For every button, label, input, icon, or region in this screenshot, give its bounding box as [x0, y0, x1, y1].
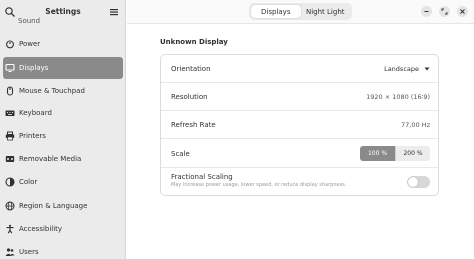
- sidebar: Settings Sound Power Displays Mouse & To…: [0, 0, 126, 259]
- orientation-row[interactable]: Orientation Landscape: [161, 55, 438, 83]
- keyboard-icon: [5, 108, 15, 118]
- sidebar-item-users[interactable]: Users: [0, 241, 126, 259]
- refresh-rate-value: 77,00 Hz: [401, 121, 430, 129]
- resolution-row[interactable]: Resolution 1920 × 1080 (16∶9): [161, 83, 438, 111]
- color-icon: [5, 177, 15, 187]
- power-icon: [5, 39, 15, 49]
- sidebar-item-label: Displays: [19, 64, 49, 72]
- tab-displays[interactable]: Displays: [251, 5, 301, 18]
- sidebar-item-label: Accessibility: [19, 225, 63, 233]
- fractional-scaling-description: May increase power usage, lower speed, o…: [171, 182, 347, 188]
- sidebar-item-region-language[interactable]: Region & Language: [0, 195, 126, 217]
- maximize-button[interactable]: [439, 6, 450, 17]
- orientation-label: Orientation: [171, 65, 211, 73]
- resolution-label: Resolution: [171, 93, 208, 101]
- refresh-rate-label: Refresh Rate: [171, 121, 216, 129]
- fractional-scaling-switch[interactable]: [407, 176, 430, 188]
- maximize-icon: [441, 8, 448, 15]
- view-switcher: Displays Night Light: [249, 3, 352, 20]
- sidebar-item-keyboard[interactable]: Keyboard: [0, 102, 126, 124]
- orientation-dropdown[interactable]: Landscape: [384, 65, 430, 73]
- fractional-scaling-label: Fractional Scaling: [171, 173, 233, 181]
- accessibility-icon: [5, 224, 15, 234]
- sidebar-item-label: Color: [19, 178, 38, 186]
- globe-icon: [5, 201, 15, 211]
- printer-icon: [5, 131, 15, 141]
- mouse-icon: [5, 86, 15, 96]
- sidebar-item-accessibility[interactable]: Accessibility: [0, 218, 126, 240]
- sidebar-item-label: Users: [19, 248, 39, 256]
- close-button[interactable]: [457, 6, 468, 17]
- users-icon: [5, 247, 15, 257]
- sidebar-item-printers[interactable]: Printers: [0, 125, 126, 147]
- chevron-down-icon: [424, 67, 430, 71]
- scale-label: Scale: [171, 150, 190, 158]
- sidebar-item-label: Power: [19, 40, 41, 48]
- close-icon: [460, 9, 465, 14]
- scale-option-200[interactable]: 200 %: [395, 146, 430, 161]
- scale-selector: 100 % 200 %: [360, 146, 430, 161]
- media-icon: [5, 154, 15, 164]
- sidebar-item-removable-media[interactable]: Removable Media: [0, 148, 126, 170]
- sidebar-item-mouse-touchpad[interactable]: Mouse & Touchpad: [0, 80, 126, 102]
- orientation-value: Landscape: [384, 65, 419, 73]
- tab-night-light[interactable]: Night Light: [301, 5, 351, 18]
- sidebar-item-label: Region & Language: [19, 202, 88, 210]
- switch-knob: [408, 177, 418, 187]
- minimize-icon: [424, 11, 429, 12]
- minimize-button[interactable]: [421, 6, 432, 17]
- sidebar-item-color[interactable]: Color: [0, 171, 126, 193]
- sidebar-item-sound-partial[interactable]: Sound: [18, 17, 40, 25]
- fractional-scaling-row: Fractional Scaling May increase power us…: [161, 168, 438, 195]
- scale-option-100[interactable]: 100 %: [360, 146, 395, 161]
- refresh-rate-row[interactable]: Refresh Rate 77,00 Hz: [161, 111, 438, 139]
- sidebar-item-label: Removable Media: [19, 155, 82, 163]
- display-icon: [5, 63, 15, 73]
- hamburger-menu-icon[interactable]: [108, 6, 120, 18]
- resolution-value: 1920 × 1080 (16∶9): [366, 93, 430, 101]
- display-section-title: Unknown Display: [160, 38, 228, 46]
- sidebar-item-power[interactable]: Power: [0, 33, 126, 55]
- sidebar-item-label: Printers: [19, 132, 46, 140]
- sidebar-item-label: Keyboard: [19, 109, 52, 117]
- sidebar-item-displays[interactable]: Displays: [3, 57, 123, 79]
- display-settings-card: Orientation Landscape Resolution 1920 × …: [160, 54, 439, 196]
- scale-row: Scale 100 % 200 %: [161, 140, 438, 168]
- sidebar-item-label: Mouse & Touchpad: [19, 87, 85, 95]
